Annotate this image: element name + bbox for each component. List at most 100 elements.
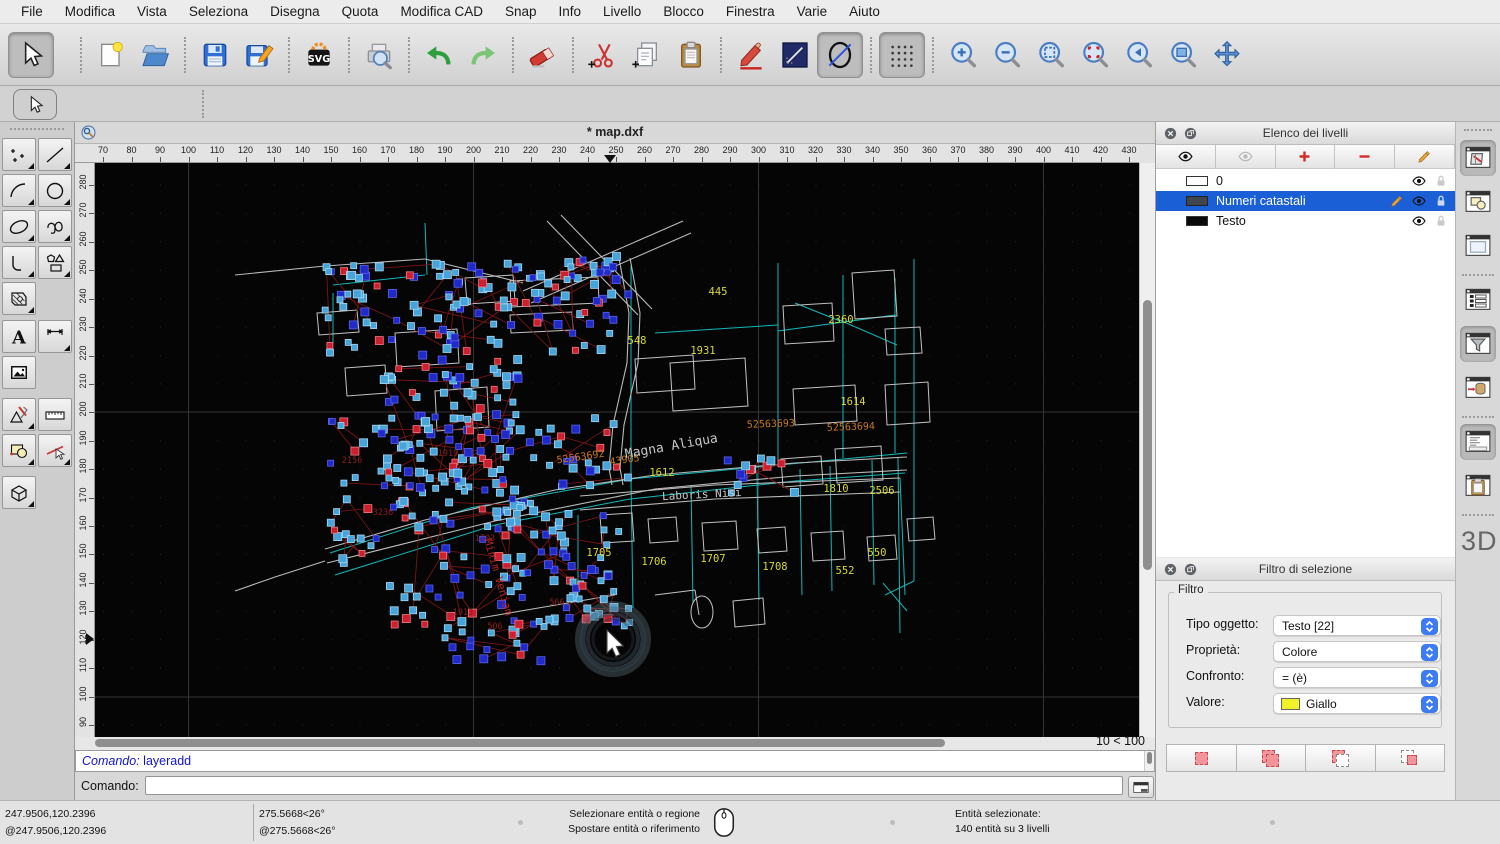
hide-all-layers-button[interactable]: [1216, 145, 1276, 169]
menu-info[interactable]: Info: [548, 0, 593, 24]
draw-mode-button[interactable]: [729, 33, 773, 77]
pan-button[interactable]: [1205, 33, 1249, 77]
comparison-dropdown[interactable]: = (è): [1273, 667, 1441, 688]
vertical-scrollbar[interactable]: [1139, 163, 1155, 737]
tool-shapes-button[interactable]: [38, 246, 72, 279]
copy-button[interactable]: [625, 33, 669, 77]
panel-library-browser-toggle[interactable]: [1460, 228, 1496, 264]
history-scrollbar[interactable]: [1144, 751, 1154, 771]
panel-layer-list-toggle[interactable]: [1460, 140, 1496, 176]
selection-tool-button[interactable]: [13, 89, 57, 120]
delete-entities-button[interactable]: [521, 33, 565, 77]
zoom-previous-button[interactable]: [1117, 33, 1161, 77]
tool-text-button[interactable]: A: [2, 320, 36, 353]
menu-finestra[interactable]: Finestra: [715, 0, 786, 24]
layer-lock-icon[interactable]: [1433, 193, 1449, 209]
add-layer-button[interactable]: [1276, 145, 1336, 169]
zoom-selection-button[interactable]: [1073, 33, 1117, 77]
layer-row-0[interactable]: 0: [1156, 171, 1455, 191]
layer-visible-icon[interactable]: [1411, 193, 1427, 209]
select-tool-button[interactable]: [8, 32, 54, 78]
menu-snap[interactable]: Snap: [494, 0, 548, 24]
zoom-in-button[interactable]: [941, 33, 985, 77]
menu-aiuto[interactable]: Aiuto: [838, 0, 891, 24]
new-file-button[interactable]: [89, 33, 133, 77]
layer-lock-icon[interactable]: [1433, 213, 1449, 229]
property-dropdown[interactable]: Colore: [1273, 641, 1441, 662]
tool-circle-button[interactable]: [38, 174, 72, 207]
tool-ellipse-button[interactable]: [2, 210, 36, 243]
filter-select-add-button[interactable]: [1236, 744, 1307, 772]
open-file-button[interactable]: [133, 33, 177, 77]
edit-layer-button[interactable]: [1395, 145, 1455, 169]
cut-button[interactable]: [581, 33, 625, 77]
layer-visible-icon[interactable]: [1411, 213, 1427, 229]
panel-block-list-toggle[interactable]: [1460, 184, 1496, 220]
map-canvas[interactable]: 4452360548193116141612181025061705170617…: [95, 163, 1139, 737]
export-svg-button[interactable]: SVG: [297, 33, 341, 77]
3d-mode-button[interactable]: 3D: [1461, 526, 1498, 557]
menu-modifica[interactable]: Modifica: [54, 0, 126, 24]
panel-walls-toggle[interactable]: [1460, 370, 1496, 406]
tool-dimension-button[interactable]: [38, 320, 72, 353]
show-all-layers-button[interactable]: [1156, 145, 1216, 169]
menu-seleziona[interactable]: Seleziona: [178, 0, 259, 24]
panel-command-line-toggle[interactable]: [1460, 424, 1496, 460]
tool-hatch-button[interactable]: [2, 282, 36, 315]
tool-measure-button[interactable]: [38, 398, 72, 431]
menu-livello[interactable]: Livello: [592, 0, 652, 24]
layer-name: Numeri catastali: [1216, 194, 1306, 208]
menu-quota[interactable]: Quota: [331, 0, 390, 24]
layer-lock-icon[interactable]: [1433, 173, 1449, 189]
horizontal-scrollbar-thumb[interactable]: [95, 739, 945, 747]
vertical-scrollbar-thumb[interactable]: [1143, 300, 1152, 570]
tool-arc-button[interactable]: [2, 174, 36, 207]
redo-button[interactable]: [461, 33, 505, 77]
strip-drag-handle[interactable]: [1464, 129, 1492, 131]
tool-polyline-button[interactable]: [2, 246, 36, 279]
panel-clipboard-toggle[interactable]: [1460, 468, 1496, 504]
command-input[interactable]: [145, 776, 1123, 795]
menu-varie[interactable]: Varie: [786, 0, 839, 24]
zoom-window-button[interactable]: [1161, 33, 1205, 77]
construction-lines-toggle-button[interactable]: [817, 32, 863, 78]
panel-property-editor-toggle[interactable]: [1460, 282, 1496, 318]
line-properties-button[interactable]: [773, 33, 817, 77]
filter-select-remove-button[interactable]: [1305, 744, 1376, 772]
filter-select-replace-button[interactable]: [1166, 744, 1237, 772]
value-dropdown[interactable]: Giallo: [1273, 693, 1441, 714]
menu-blocco[interactable]: Blocco: [652, 0, 715, 24]
layer-row-testo[interactable]: Testo: [1156, 211, 1455, 231]
tool-image-button[interactable]: [2, 356, 36, 389]
save-as-button[interactable]: [237, 33, 281, 77]
panel-selection-filter-toggle[interactable]: [1460, 326, 1496, 362]
tool-3d-box-button[interactable]: [2, 476, 36, 509]
svg-text:1614: 1614: [840, 396, 865, 408]
menu-modifica-cad[interactable]: Modifica CAD: [389, 0, 494, 24]
grid-toggle-button[interactable]: [879, 32, 925, 78]
filter-select-intersect-button[interactable]: [1375, 744, 1446, 772]
print-preview-button[interactable]: [357, 33, 401, 77]
horizontal-scrollbar[interactable]: 10 < 100: [75, 737, 1155, 750]
paste-button[interactable]: [669, 33, 713, 77]
tool-line-button[interactable]: [38, 138, 72, 171]
layer-row-numeri-catastali[interactable]: Numeri catastali: [1156, 191, 1455, 211]
command-options-button[interactable]: [1128, 776, 1154, 798]
tool-trim-button[interactable]: [38, 434, 72, 467]
zoom-auto-button[interactable]: [1029, 33, 1073, 77]
layer-edit-icon[interactable]: [1389, 193, 1405, 209]
layer-visible-icon[interactable]: [1411, 173, 1427, 189]
tool-points-button[interactable]: [2, 138, 36, 171]
palette-drag-handle[interactable]: [10, 128, 64, 130]
menu-disegna[interactable]: Disegna: [259, 0, 331, 24]
object-type-dropdown[interactable]: Testo [22]: [1273, 615, 1441, 636]
save-button[interactable]: [193, 33, 237, 77]
menu-file[interactable]: File: [10, 0, 54, 24]
remove-layer-button[interactable]: [1335, 145, 1395, 169]
menu-vista[interactable]: Vista: [126, 0, 178, 24]
tool-spline-button[interactable]: [38, 210, 72, 243]
zoom-out-button[interactable]: [985, 33, 1029, 77]
undo-button[interactable]: [417, 33, 461, 77]
tool-modify-button[interactable]: [2, 398, 36, 431]
tool-modify-shapes-button[interactable]: [2, 434, 36, 467]
